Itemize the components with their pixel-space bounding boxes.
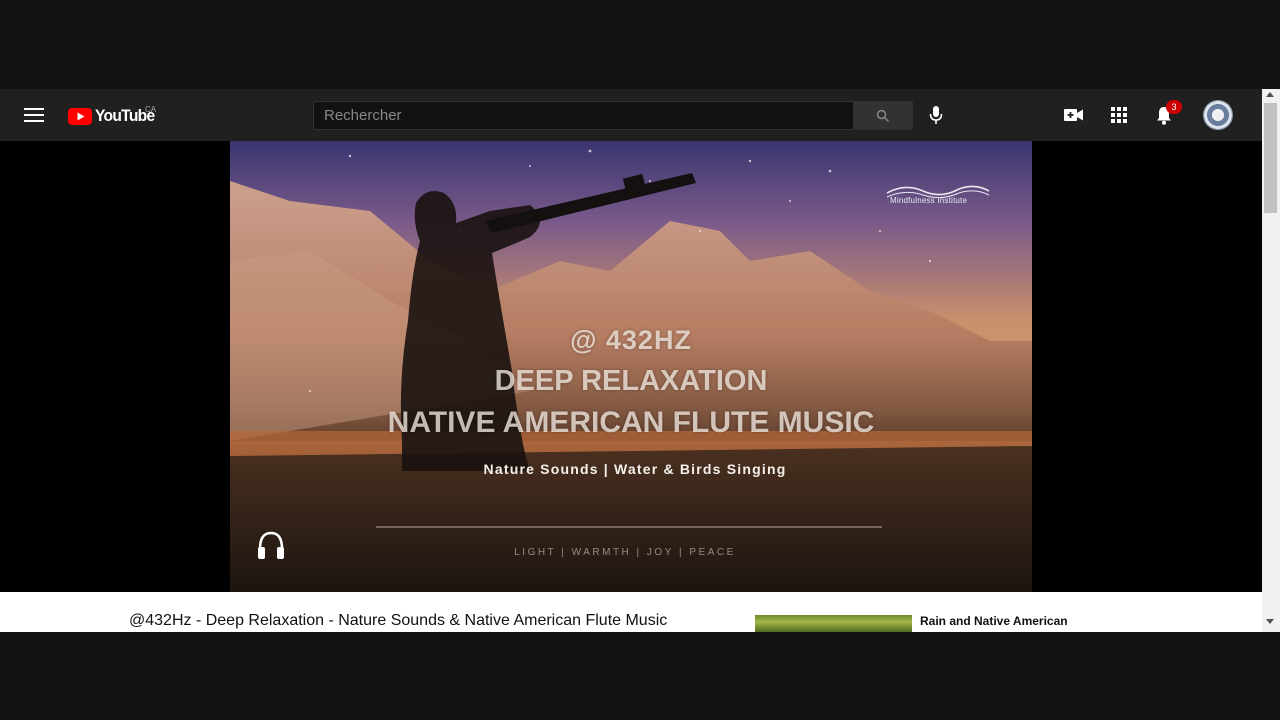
video-title-deep: DEEP RELAXATION [494, 365, 768, 397]
country-code: CA [145, 105, 157, 114]
create-video-icon [1064, 109, 1083, 121]
search-input[interactable] [314, 102, 853, 129]
youtube-play-icon [68, 107, 92, 125]
menu-icon[interactable] [22, 105, 46, 125]
browser-viewport: YouTube CA Rechercher 3 Mindfulness Inst… [0, 89, 1280, 632]
headphones-icon [258, 531, 284, 559]
watch-video-title: @432Hz - Deep Relaxation - Nature Sounds… [129, 612, 668, 629]
voice-search-button[interactable] [924, 103, 948, 127]
video-tags: LIGHT | WARMTH | JOY | PEACE [514, 547, 736, 558]
scroll-down-arrow-icon[interactable] [1266, 619, 1274, 624]
scrollbar-thumb[interactable] [1264, 103, 1277, 213]
scroll-up-arrow-icon[interactable] [1266, 92, 1274, 97]
notification-badge: 3 [1166, 100, 1182, 114]
search-button[interactable] [853, 101, 913, 130]
video-player[interactable]: Mindfulness Institute @ 432HZ DEEP RELAX… [230, 141, 1032, 592]
search-box [313, 101, 853, 130]
audio-waveform-line [376, 526, 882, 528]
video-title-native: NATIVE AMERICAN FLUTE MUSIC [387, 406, 875, 439]
youtube-logo[interactable]: YouTube CA [68, 104, 160, 128]
watermark-text: Mindfulness Institute [890, 196, 968, 205]
masthead: YouTube CA Rechercher 3 [0, 89, 1262, 141]
video-title-hz: @ 432HZ [570, 325, 692, 355]
recommendation-thumbnail[interactable] [755, 615, 912, 632]
create-video-button[interactable] [1062, 103, 1086, 127]
letterbox-bottom [0, 632, 1280, 720]
recommendation-title[interactable]: Rain and Native American [920, 614, 1068, 628]
microphone-icon [929, 106, 943, 124]
video-subtitle: Nature Sounds | Water & Birds Singing [483, 461, 787, 477]
letterbox-top [0, 0, 1280, 89]
apps-grid-icon [1111, 107, 1127, 123]
search-icon [876, 109, 890, 122]
apps-button[interactable] [1107, 103, 1131, 127]
avatar[interactable] [1203, 100, 1233, 130]
